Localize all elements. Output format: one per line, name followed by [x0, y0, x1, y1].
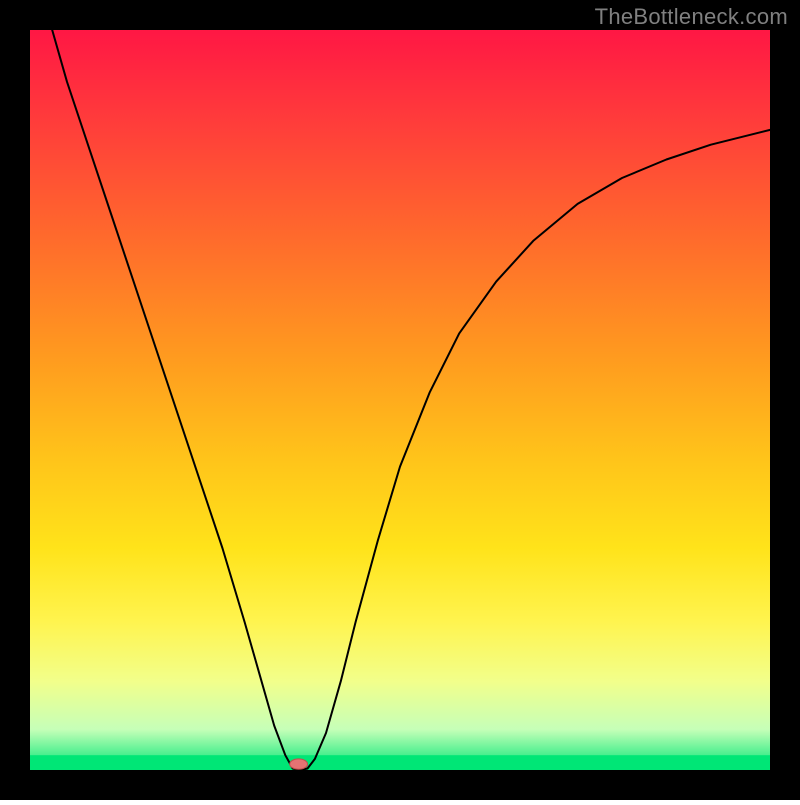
- green-band: [30, 755, 770, 770]
- watermark-text: TheBottleneck.com: [595, 4, 788, 30]
- frame: [0, 0, 30, 800]
- frame: [770, 0, 800, 800]
- plot-background: [30, 30, 770, 770]
- chart-container: TheBottleneck.com: [0, 0, 800, 800]
- optimal-point-marker: [290, 759, 308, 769]
- bottleneck-chart: [0, 0, 800, 800]
- frame: [0, 770, 800, 800]
